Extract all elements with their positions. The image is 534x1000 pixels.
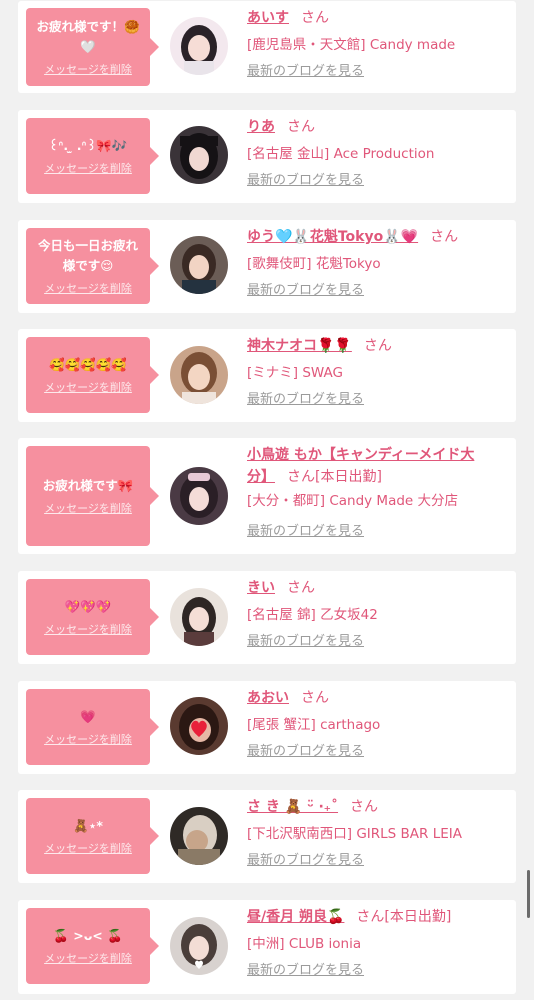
list-item: 💖💖💖 メッセージを削除 きい さん [名古屋 錦] 乙女坂42 最新のブログを見…: [18, 571, 516, 664]
status-text: [本日出勤]: [315, 469, 382, 485]
cast-name-link[interactable]: ゆう🩵🐰花魁Tokyo🐰💗: [247, 229, 418, 245]
message-bubble: 💗 メッセージを削除: [26, 689, 159, 765]
honorific: さん: [287, 119, 315, 135]
blog-link[interactable]: 最新のブログを見る: [247, 631, 509, 653]
cast-name-link[interactable]: さ き 🧸 ᵕ̈ ‧₊˚: [247, 799, 338, 815]
avatar[interactable]: [170, 917, 228, 975]
shop-text: [大分・都町] Candy Made 大分店: [247, 493, 459, 509]
delete-message-link[interactable]: メッセージを削除: [44, 280, 132, 296]
list-item: 💗 メッセージを削除 あおい さん [尾張 蟹江] carthago 最新のブログ…: [18, 681, 516, 774]
message-text: 🧸⋆*: [73, 818, 103, 833]
item-info: 神木ナオコ🌹🌹 さん [ミナミ] SWAG 最新のブログを見る: [247, 335, 509, 411]
item-info: さ き 🧸 ᵕ̈ ‧₊˚ さん [下北沢駅南西口] GIRLS BAR LEIA …: [247, 796, 509, 872]
item-info: あおい さん [尾張 蟹江] carthago 最新のブログを見る: [247, 687, 509, 763]
shop-text: [ミナミ] SWAG: [247, 365, 343, 381]
honorific: さん: [301, 690, 329, 706]
shop-text: [下北沢駅南西口] GIRLS BAR LEIA: [247, 826, 462, 842]
avatar[interactable]: [170, 236, 228, 294]
cast-name-link[interactable]: きい: [247, 580, 275, 596]
list-item: 今日も一日お疲れ様です😌 メッセージを削除 ゆう🩵🐰花魁Tokyo🐰💗 さん [歌…: [18, 220, 516, 313]
item-info: あいす さん [鹿児島県・天文館] Candy made 最新のブログを見る: [247, 7, 509, 83]
shop-text: [歌舞伎町] 花魁Tokyo: [247, 256, 381, 272]
blog-link[interactable]: 最新のブログを見る: [247, 741, 509, 763]
honorific: さん: [350, 799, 379, 815]
avatar[interactable]: [170, 17, 228, 75]
avatar[interactable]: [170, 807, 228, 865]
item-info: ゆう🩵🐰花魁Tokyo🐰💗 さん [歌舞伎町] 花魁Tokyo 最新のブログを見る: [247, 226, 509, 302]
blog-link[interactable]: 最新のブログを見る: [247, 850, 509, 872]
honorific: さん: [287, 580, 315, 596]
blog-link[interactable]: 最新のブログを見る: [247, 61, 509, 83]
item-info: きい さん [名古屋 錦] 乙女坂42 最新のブログを見る: [247, 577, 509, 653]
message-bubble: 🥰🥰🥰🥰🥰 メッセージを削除: [26, 337, 159, 413]
delete-message-link[interactable]: メッセージを削除: [44, 61, 132, 77]
honorific: さん: [287, 469, 315, 485]
cast-name-link[interactable]: あいす: [247, 10, 289, 26]
list-item: 🥰🥰🥰🥰🥰 メッセージを削除 神木ナオコ🌹🌹 さん [ミナミ] SWAG 最新のブ…: [18, 329, 516, 422]
message-text: 💖💖💖: [64, 599, 112, 614]
delete-message-link[interactable]: メッセージを削除: [44, 950, 132, 966]
item-info: りあ さん [名古屋 金山] Ace Production 最新のブログを見る: [247, 116, 509, 192]
status-text: [本日出勤]: [384, 909, 452, 925]
message-text: 💗: [80, 709, 96, 724]
cast-name-link[interactable]: りあ: [247, 119, 275, 135]
shop-text: [名古屋 金山] Ace Production: [247, 146, 435, 162]
shop-text: [尾張 蟹江] carthago: [247, 717, 381, 733]
list-item: お疲れ様です🎀 メッセージを削除 小鳥遊 もか【キャンディーメイド大分】 さん[本…: [18, 438, 516, 554]
list-item: ꒰ᐢ. ̫ .ᐢ꒱🎀🎶 メッセージを削除 りあ さん [名古屋 金山] Ace P…: [18, 110, 516, 203]
delete-message-link[interactable]: メッセージを削除: [44, 160, 132, 176]
delete-message-link[interactable]: メッセージを削除: [44, 731, 132, 747]
avatar[interactable]: [170, 467, 228, 525]
shop-text: [名古屋 錦] 乙女坂42: [247, 607, 378, 623]
message-bubble: ꒰ᐢ. ̫ .ᐢ꒱🎀🎶 メッセージを削除: [26, 118, 159, 194]
message-bubble: 💖💖💖 メッセージを削除: [26, 579, 159, 655]
message-text: 今日も一日お疲れ様です😌: [37, 238, 138, 273]
message-text: ꒰ᐢ. ̫ .ᐢ꒱🎀🎶: [48, 138, 128, 153]
blog-link[interactable]: 最新のブログを見る: [247, 521, 509, 543]
honorific: さん: [356, 909, 385, 925]
avatar[interactable]: [170, 346, 228, 404]
cast-name-link[interactable]: 神木ナオコ🌹🌹: [247, 338, 352, 354]
message-text: お疲れ様です🎀: [42, 478, 134, 493]
message-bubble: 今日も一日お疲れ様です😌 メッセージを削除: [26, 228, 159, 304]
message-text: 🍒 >ᴗ< 🍒: [53, 928, 123, 943]
honorific: さん: [301, 10, 329, 26]
list-item: お疲れ様です！🥮🤍 メッセージを削除 あいす さん [鹿児島県・天文館] Cand…: [18, 1, 516, 93]
blog-link[interactable]: 最新のブログを見る: [247, 170, 509, 192]
shop-text: [鹿児島県・天文館] Candy made: [247, 37, 456, 53]
item-info: 小鳥遊 もか【キャンディーメイド大分】 さん[本日出勤] [大分・都町] Cand…: [247, 444, 509, 543]
blog-link[interactable]: 最新のブログを見る: [247, 280, 509, 302]
item-info: 昼/香月 朔良🍒 さん[本日出勤] [中洲] CLUB ionia 最新のブログを…: [247, 906, 509, 982]
message-text: 🥰🥰🥰🥰🥰: [49, 357, 127, 372]
honorific: さん: [363, 338, 392, 354]
shop-text: [中洲] CLUB ionia: [247, 936, 362, 952]
delete-message-link[interactable]: メッセージを削除: [44, 379, 132, 395]
cast-name-link[interactable]: 昼/香月 朔良🍒: [247, 909, 344, 925]
avatar[interactable]: [170, 697, 228, 755]
delete-message-link[interactable]: メッセージを削除: [44, 500, 132, 516]
delete-message-link[interactable]: メッセージを削除: [44, 621, 132, 637]
blog-link[interactable]: 最新のブログを見る: [247, 389, 509, 411]
message-text: お疲れ様です！🥮🤍: [36, 19, 140, 54]
message-bubble: 🍒 >ᴗ< 🍒 メッセージを削除: [26, 908, 159, 984]
message-bubble: お疲れ様です🎀 メッセージを削除: [26, 446, 159, 546]
cast-name-link[interactable]: あおい: [247, 690, 289, 706]
scrollbar[interactable]: [527, 870, 530, 918]
delete-message-link[interactable]: メッセージを削除: [44, 840, 132, 856]
message-bubble: 🧸⋆* メッセージを削除: [26, 798, 159, 874]
list-item: 🍒 >ᴗ< 🍒 メッセージを削除 昼/香月 朔良🍒 さん[本日出勤] [中洲] C…: [18, 900, 516, 994]
honorific: さん: [430, 229, 459, 245]
message-bubble: お疲れ様です！🥮🤍 メッセージを削除: [26, 8, 159, 86]
list-item: 🧸⋆* メッセージを削除 さ き 🧸 ᵕ̈ ‧₊˚ さん [下北沢駅南西口] GI…: [18, 790, 516, 883]
avatar[interactable]: [170, 588, 228, 646]
blog-link[interactable]: 最新のブログを見る: [247, 960, 509, 982]
avatar[interactable]: [170, 126, 228, 184]
